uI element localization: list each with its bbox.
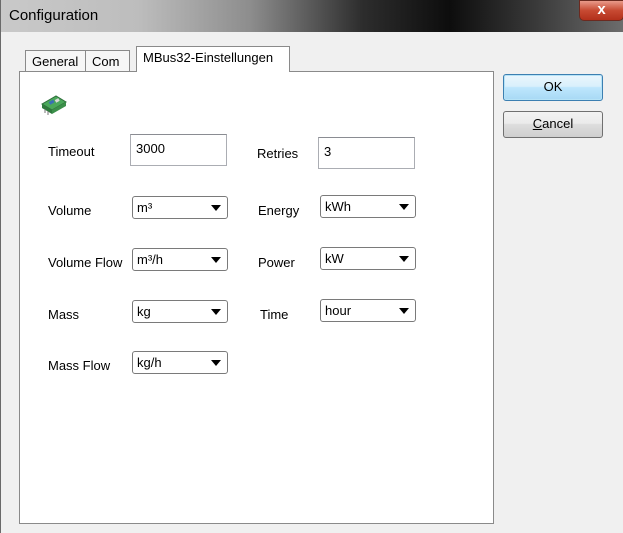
chevron-down-icon bbox=[399, 204, 409, 210]
mass-select[interactable]: kg bbox=[132, 300, 228, 323]
tab-com-label: Com bbox=[92, 54, 120, 69]
circuit-board-icon bbox=[41, 95, 67, 115]
tab-mbus32-label: MBus32-Einstellungen bbox=[143, 50, 274, 65]
timeout-label: Timeout bbox=[48, 144, 95, 159]
title-bar[interactable]: Configuration x bbox=[1, 0, 623, 32]
tab-com[interactable]: Com bbox=[85, 50, 130, 72]
chevron-down-icon bbox=[211, 257, 221, 263]
energy-label: Energy bbox=[258, 203, 300, 218]
tab-panel: Timeout 3000 Retries 3 Volume m³ Energy … bbox=[19, 71, 494, 524]
ok-button-label: OK bbox=[543, 79, 563, 94]
time-label: Time bbox=[260, 307, 289, 322]
chevron-down-icon bbox=[211, 205, 221, 211]
power-value: kW bbox=[325, 251, 344, 266]
time-value: hour bbox=[325, 303, 352, 318]
configuration-dialog: Configuration x General Com MBus32-Einst… bbox=[0, 0, 623, 533]
volume-flow-value: m³/h bbox=[137, 252, 163, 267]
volume-select[interactable]: m³ bbox=[132, 196, 228, 219]
tab-general-label: General bbox=[32, 54, 79, 69]
close-icon: x bbox=[597, 1, 606, 18]
mass-flow-value: kg/h bbox=[137, 355, 162, 370]
timeout-value: 3000 bbox=[136, 141, 165, 156]
retries-input[interactable]: 3 bbox=[318, 137, 415, 169]
chevron-down-icon bbox=[211, 360, 221, 366]
energy-value: kWh bbox=[325, 199, 351, 214]
tab-mbus32-einstellungen[interactable]: MBus32-Einstellungen bbox=[136, 46, 290, 72]
mass-flow-select[interactable]: kg/h bbox=[132, 351, 228, 374]
ok-button[interactable]: OK bbox=[503, 74, 603, 101]
chevron-down-icon bbox=[399, 308, 409, 314]
mass-label: Mass bbox=[48, 307, 80, 322]
cancel-button-label: ancel bbox=[542, 116, 574, 131]
chevron-down-icon bbox=[211, 309, 221, 315]
retries-value: 3 bbox=[324, 144, 332, 159]
chevron-down-icon bbox=[399, 256, 409, 262]
tab-general[interactable]: General bbox=[25, 50, 86, 72]
volume-value: m³ bbox=[137, 200, 153, 215]
volume-flow-label: Volume Flow bbox=[48, 255, 123, 270]
time-select[interactable]: hour bbox=[320, 299, 416, 322]
window-title: Configuration bbox=[9, 7, 99, 24]
energy-select[interactable]: kWh bbox=[320, 195, 416, 218]
timeout-input[interactable]: 3000 bbox=[130, 134, 227, 166]
volume-flow-select[interactable]: m³/h bbox=[132, 248, 228, 271]
retries-label: Retries bbox=[257, 146, 299, 161]
cancel-button[interactable]: Cancel bbox=[503, 111, 603, 138]
power-select[interactable]: kW bbox=[320, 247, 416, 270]
close-button[interactable]: x bbox=[579, 0, 623, 21]
power-label: Power bbox=[258, 255, 295, 270]
cancel-accelerator: C bbox=[532, 116, 543, 131]
mass-flow-label: Mass Flow bbox=[48, 358, 111, 373]
mass-value: kg bbox=[137, 304, 151, 319]
volume-label: Volume bbox=[48, 203, 92, 218]
